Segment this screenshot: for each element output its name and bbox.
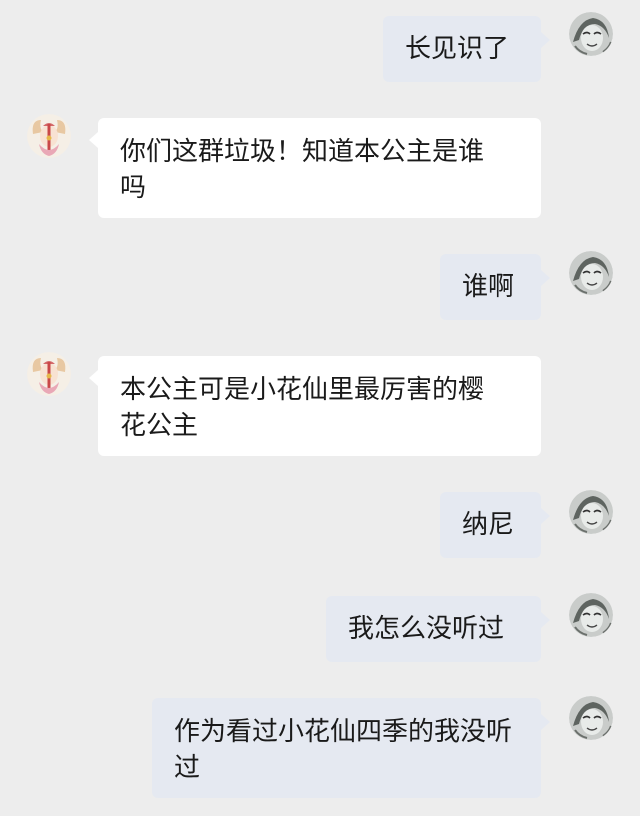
sketch-face-avatar-icon: [569, 490, 613, 534]
bubble-tail: [541, 270, 550, 286]
message-text: 谁啊: [462, 272, 515, 302]
message-text: 我怎么没听过: [348, 614, 505, 644]
self-avatar[interactable]: [569, 251, 613, 295]
message-bubble-sent[interactable]: 长见识了: [383, 16, 541, 82]
message-text: 纳尼: [462, 510, 515, 540]
sketch-face-avatar-icon: [569, 12, 613, 56]
message-bubble-sent[interactable]: 谁啊: [440, 254, 541, 320]
bubble-tail: [541, 508, 550, 524]
message-bubble-sent[interactable]: 作为看过小花仙四季的我没听过: [152, 698, 541, 798]
princess-avatar-icon: [27, 114, 71, 158]
bubble-tail: [89, 370, 98, 386]
message-bubble-sent[interactable]: 我怎么没听过: [326, 596, 541, 662]
sketch-face-avatar-icon: [569, 696, 613, 740]
other-avatar[interactable]: [27, 114, 71, 158]
message-bubble-received[interactable]: 本公主可是小花仙里最厉害的樱花公主: [98, 356, 541, 456]
other-avatar[interactable]: [27, 352, 71, 396]
message-text: 本公主可是小花仙里最厉害的樱花公主: [120, 375, 485, 441]
message-text: 作为看过小花仙四季的我没听过: [174, 717, 513, 783]
message-text: 长见识了: [405, 34, 510, 64]
self-avatar[interactable]: [569, 696, 613, 740]
message-text: 你们这群垃圾！知道本公主是谁吗: [120, 137, 485, 203]
bubble-tail: [89, 132, 98, 148]
self-avatar[interactable]: [569, 593, 613, 637]
self-avatar[interactable]: [569, 490, 613, 534]
bubble-tail: [541, 612, 550, 628]
bubble-tail: [541, 32, 550, 48]
message-bubble-received[interactable]: 你们这群垃圾！知道本公主是谁吗: [98, 118, 541, 218]
self-avatar[interactable]: [569, 12, 613, 56]
bubble-tail: [541, 714, 550, 730]
message-bubble-sent[interactable]: 纳尼: [440, 492, 541, 558]
princess-avatar-icon: [27, 352, 71, 396]
sketch-face-avatar-icon: [569, 593, 613, 637]
sketch-face-avatar-icon: [569, 251, 613, 295]
